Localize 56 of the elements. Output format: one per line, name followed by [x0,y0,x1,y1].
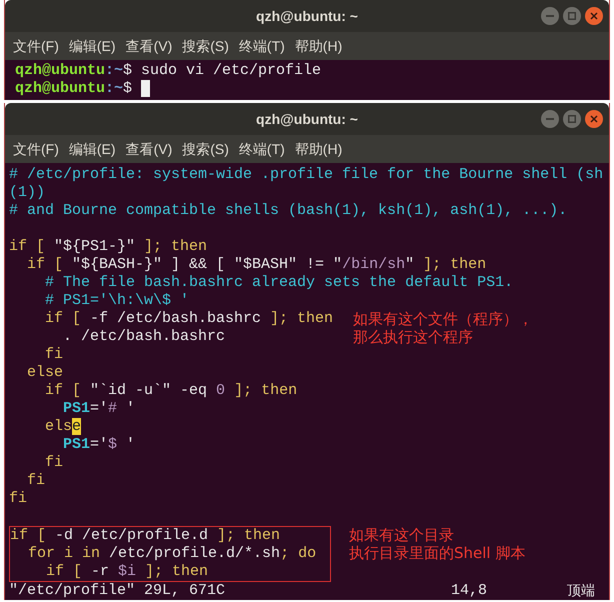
terminal-line: qzh@ubuntu:~$ [15,80,134,98]
close-icon [590,115,598,123]
minimize-icon [546,118,554,120]
code-line: if [ "`id -u`" -eq 0 ]; then [44,382,298,400]
status-file-info: "/etc/profile" 29L, 671C [9,582,226,600]
menu-item[interactable]: 终端(T) [238,138,285,160]
annotation-text: 如果有这个文件（程序）， [353,310,533,328]
maximize-icon [568,115,576,123]
window-title: qzh@ubuntu: ~ [256,6,358,26]
code-line: if [ "${PS1-}" ]; then [9,238,208,256]
code-line: # and Bourne compatible shells (bash(1), ksh(1), ash(1), ...). [9,202,568,220]
code-line: if [ -r $i ]; then [45,563,210,581]
menu-item[interactable]: 搜索(S) [182,36,229,56]
annotation-text: 执行目录里面的Shell 脚本 [349,544,526,562]
code-line: if [ -f /etc/bash.bashrc ]; then [44,310,334,328]
code-line: else [26,364,64,382]
maximize-icon [568,12,576,20]
annotation-text: 那么执行这个程序 [353,328,474,346]
menu-item[interactable]: 编辑(E) [68,36,116,56]
close-button[interactable] [585,7,603,25]
code-line: # PS1='\h:\w\$ ' [44,292,190,310]
annotation-text: 如果有这个目录 [349,526,455,544]
code-line: PS1='$ ' [62,436,136,454]
code-line: # /etc/profile: system-wide .profile file for the Bourne shell (sh [9,166,604,184]
menu-item[interactable]: 查看(V) [126,36,172,56]
close-button[interactable] [585,110,603,128]
menu-item[interactable]: 终端(T) [238,36,285,56]
menu-item[interactable]: 搜索(S) [182,138,229,160]
minimize-button[interactable] [541,7,559,25]
code-line: # The file bash.bashrc already sets the default PS1. [44,274,514,292]
cursor-position: 14,8 [450,582,487,600]
code-line: for i in /etc/profile.d/*.sh; do [27,545,318,563]
menu-item[interactable]: 文件(F) [13,36,59,56]
menu-item[interactable]: 帮助(H) [294,36,342,56]
code-line: . /etc/bash.bashrc [62,328,226,346]
code-line: if [ -d /etc/profile.d ]; then [10,527,282,545]
maximize-button[interactable] [563,7,581,25]
terminal-line: qzh@ubuntu:~$ sudo vi /etc/profile [15,62,322,80]
maximize-button[interactable] [563,110,581,128]
code-line: fi [9,490,28,508]
minimize-icon [546,15,554,17]
close-icon [590,12,598,20]
code-line: fi [44,346,64,364]
menu-item[interactable]: 编辑(E) [68,138,116,160]
code-line: fi [26,472,46,490]
minimize-button[interactable] [541,110,559,128]
code-line: fi [44,454,64,472]
scroll-position: 顶端 [567,582,595,600]
code-line: else [44,418,82,436]
code-line: if [ "${BASH-}" ] && [ "$BASH" != "/bin/sh" ]; then [26,256,488,274]
menu-item[interactable]: 帮助(H) [294,138,342,160]
code-line: (1)) [9,184,46,202]
menu-item[interactable]: 文件(F) [13,138,59,160]
code-line: PS1='# ' [62,400,136,418]
menu-item[interactable]: 查看(V) [126,138,172,160]
window-title: qzh@ubuntu: ~ [256,110,358,129]
